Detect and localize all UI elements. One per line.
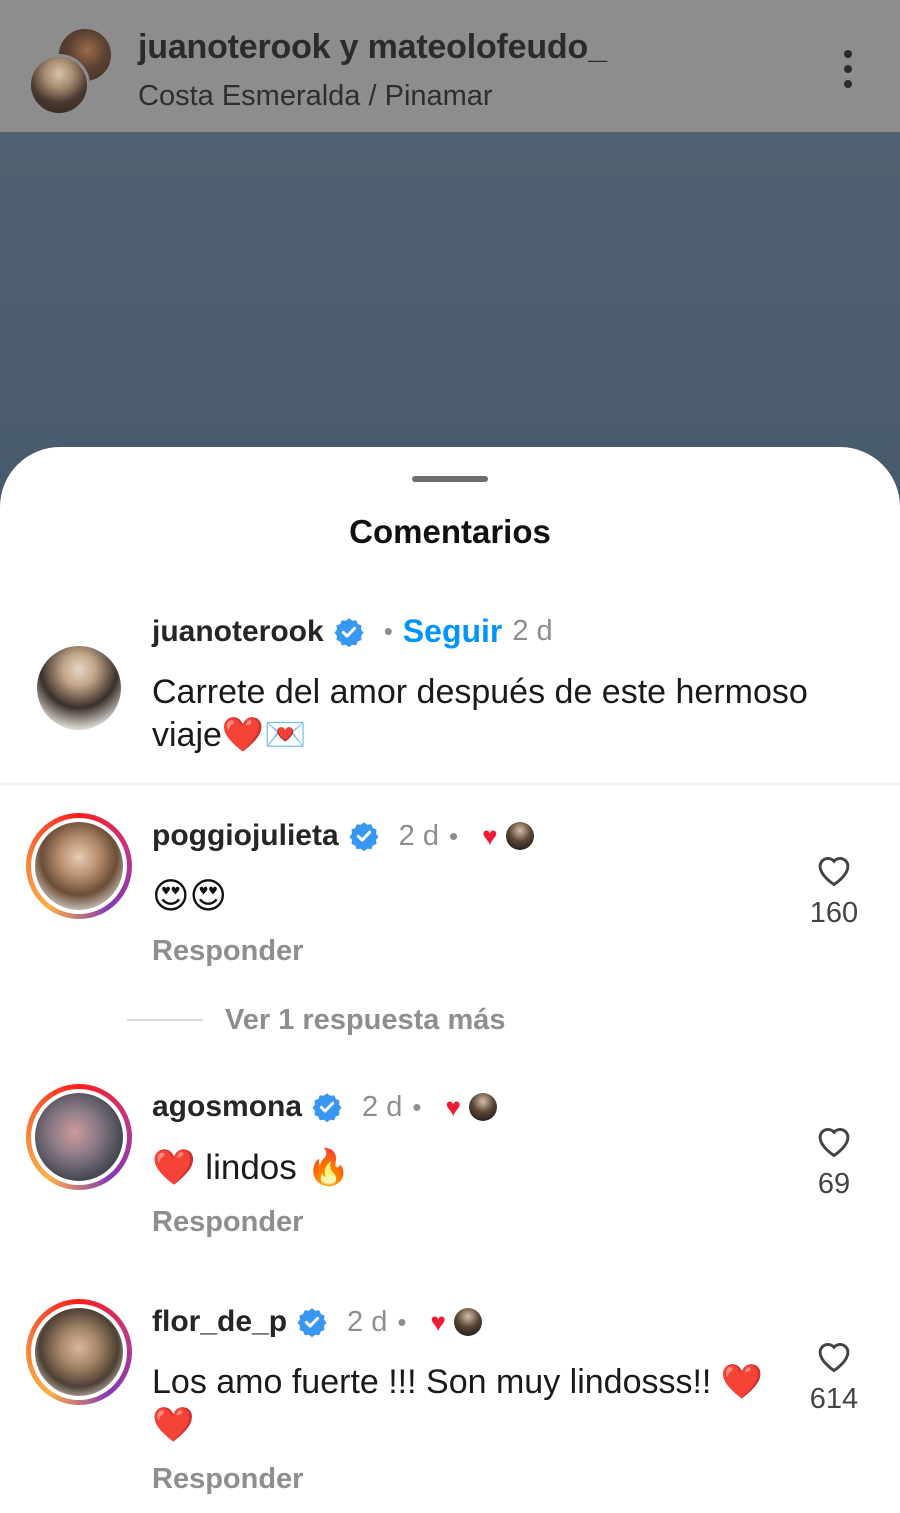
verified-badge-icon <box>334 617 364 647</box>
like-button[interactable]: 614 <box>799 1337 869 1416</box>
separator-dot: • <box>448 820 459 851</box>
avatar[interactable] <box>37 646 121 730</box>
verified-badge-icon <box>297 1308 327 1337</box>
avatar <box>35 1308 123 1396</box>
username[interactable]: flor_de_p <box>152 1305 287 1339</box>
heart-outline-icon <box>818 1343 850 1373</box>
heart-outline-icon <box>818 1128 850 1158</box>
username[interactable]: poggiojulieta <box>152 819 339 853</box>
author-avatar <box>505 822 534 850</box>
verified-badge-icon <box>312 1093 342 1122</box>
author-avatar <box>468 1093 497 1121</box>
caption-text: Carrete del amor después de este hermoso… <box>152 673 808 754</box>
avatar <box>35 1093 123 1181</box>
username[interactable]: juanoterook <box>152 615 324 649</box>
avatar-juanoterook[interactable] <box>28 54 90 116</box>
comment-text: ❤️ lindos 🔥 <box>152 1148 351 1187</box>
author-avatar <box>453 1308 482 1336</box>
reply-button[interactable]: Responder <box>152 1463 303 1496</box>
heart-outline-icon <box>818 857 850 887</box>
comment-text: Los amo fuerte !!! Son muy lindosss!! ❤️… <box>152 1363 764 1444</box>
like-button[interactable]: 69 <box>799 1122 869 1201</box>
divider <box>0 783 900 785</box>
avatar <box>35 822 123 910</box>
liked-heart-icon: ♥ <box>482 820 498 851</box>
avatar-story-ring[interactable] <box>26 1084 132 1190</box>
more-options-icon[interactable] <box>838 50 858 94</box>
liked-heart-icon: ♥ <box>445 1091 461 1122</box>
like-button[interactable]: 160 <box>799 851 869 930</box>
timestamp: 2 d <box>362 1090 403 1123</box>
post-header: juanoterook y mateolofeudo_ Costa Esmera… <box>0 0 900 132</box>
liked-heart-icon: ♥ <box>430 1306 446 1337</box>
avatar-story-ring[interactable] <box>26 1299 132 1405</box>
post-location[interactable]: Costa Esmeralda / Pinamar <box>138 80 493 113</box>
verified-badge-icon <box>349 822 379 851</box>
timestamp: 2 d <box>512 615 553 647</box>
comment-text: 😍😍 <box>152 875 228 916</box>
comment-header: agosmona 2 d • ♥ <box>152 1090 497 1124</box>
view-more-replies[interactable]: Ver 1 respuesta más <box>225 1004 506 1037</box>
caption-header: juanoterook • Seguir 2 d <box>152 613 553 650</box>
timestamp: 2 d <box>398 819 439 852</box>
post-authors[interactable]: juanoterook y mateolofeudo_ <box>138 28 607 67</box>
like-count: 160 <box>809 897 859 929</box>
separator-dot: • <box>412 1091 422 1122</box>
comment-header: poggiojulieta 2 d • ♥ <box>152 819 534 853</box>
reply-button[interactable]: Responder <box>152 1206 303 1239</box>
thread-line <box>127 1019 203 1021</box>
timestamp: 2 d <box>347 1305 388 1338</box>
username[interactable]: agosmona <box>152 1090 302 1124</box>
comment-header: flor_de_p 2 d • ♥ <box>152 1305 482 1339</box>
sheet-title: Comentarios <box>349 513 551 550</box>
separator-dot: • <box>397 1306 407 1337</box>
collab-avatars[interactable] <box>28 26 120 116</box>
reply-button[interactable]: Responder <box>152 935 303 968</box>
follow-button[interactable]: Seguir <box>403 613 503 650</box>
like-count: 614 <box>809 1383 859 1415</box>
avatar-story-ring[interactable] <box>26 813 132 919</box>
drag-handle[interactable] <box>412 476 488 482</box>
like-count: 69 <box>817 1168 851 1200</box>
comments-sheet: Comentarios juanoterook • Seguir 2 d Car… <box>0 447 900 1513</box>
separator-dot: • <box>383 616 393 646</box>
